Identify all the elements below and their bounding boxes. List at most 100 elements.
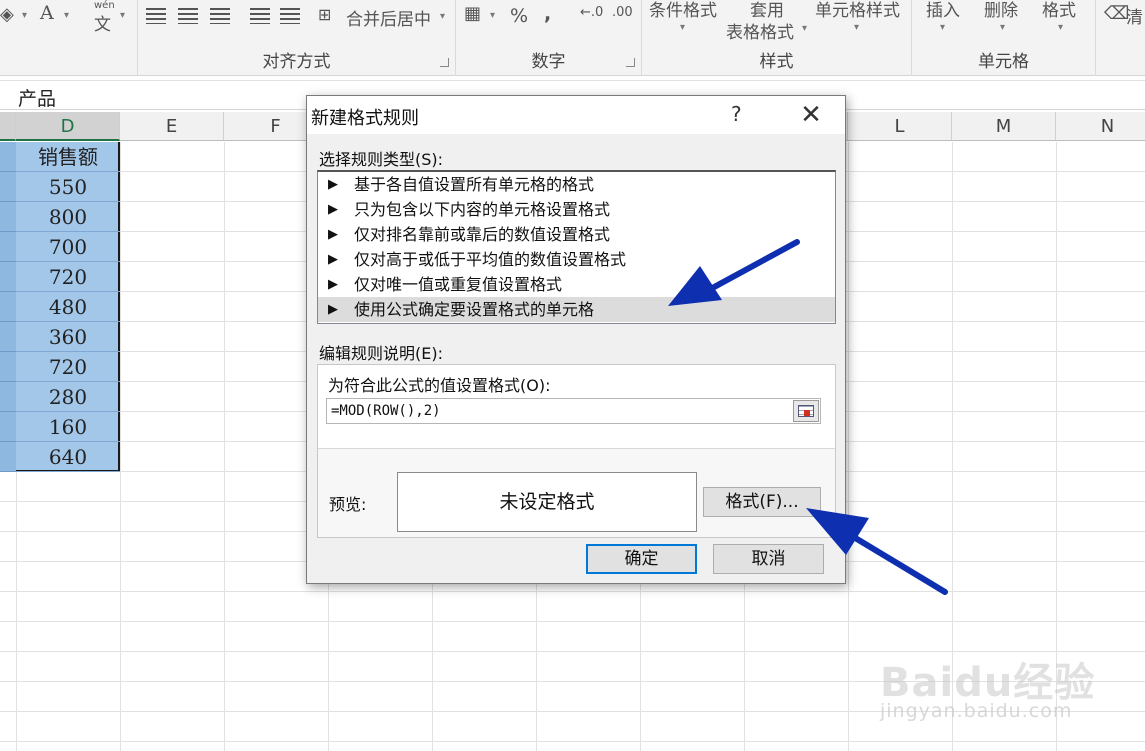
dialog-titlebar[interactable]: 新建格式规则 ? ✕ xyxy=(307,96,845,134)
decrease-decimal-icon[interactable]: .00 xyxy=(612,5,633,20)
chevron-down-icon[interactable]: ▾ xyxy=(490,10,495,21)
percent-button[interactable]: % xyxy=(510,5,528,27)
cell-column-c[interactable] xyxy=(0,142,16,172)
cell-header[interactable]: 销售额 xyxy=(16,142,120,172)
table-cell[interactable]: 700 xyxy=(16,232,120,262)
rule-type-item[interactable]: ▶ 基于各自值设置所有单元格的格式 xyxy=(318,172,835,197)
triangle-right-icon: ▶ xyxy=(328,302,338,317)
rule-type-label: 仅对唯一值或重复值设置格式 xyxy=(354,275,563,294)
ribbon-group-label: 样式 xyxy=(759,52,794,72)
cell-column-c[interactable] xyxy=(0,382,16,412)
column-header-m[interactable]: M xyxy=(952,112,1056,141)
column-header-n[interactable]: N xyxy=(1056,112,1145,141)
cell-column-c[interactable] xyxy=(0,232,16,262)
ribbon-group-label: 对齐方式 xyxy=(262,52,331,72)
formula-value: =MOD(ROW(),2) xyxy=(331,403,441,419)
column-header-e[interactable]: E xyxy=(120,112,224,141)
cell-column-c[interactable] xyxy=(0,202,16,232)
column-header-l[interactable]: L xyxy=(848,112,952,141)
dialog-launcher-icon[interactable] xyxy=(626,58,635,67)
rule-description-panel: 为符合此公式的值设置格式(O): =MOD(ROW(),2) 预览: 未设定格式… xyxy=(317,364,836,538)
format-ribbon-button[interactable]: 格式 xyxy=(1042,0,1076,21)
table-cell[interactable]: 160 xyxy=(16,412,120,442)
chevron-down-icon[interactable]: ▾ xyxy=(854,22,859,33)
clear-button[interactable]: 清 xyxy=(1126,3,1143,28)
phonetic-guide-button[interactable]: 文 xyxy=(94,10,111,35)
chevron-down-icon[interactable]: ▾ xyxy=(64,10,69,21)
formula-bar-value: 产品 xyxy=(18,88,57,110)
ribbon-group-number: ▦ ▾ % , ←.0 .00 数字 xyxy=(456,0,642,76)
edit-rule-label: 编辑规则说明(E): xyxy=(319,344,443,363)
chevron-down-icon[interactable]: ▾ xyxy=(22,10,27,21)
align-left-icon[interactable] xyxy=(146,8,166,24)
table-cell[interactable]: 480 xyxy=(16,292,120,322)
chevron-down-icon[interactable]: ▾ xyxy=(1000,22,1005,33)
rule-type-item[interactable]: ▶ 仅对高于或低于平均值的数值设置格式 xyxy=(318,247,835,272)
format-button[interactable]: 格式(F)... xyxy=(703,487,821,517)
triangle-right-icon: ▶ xyxy=(328,227,338,242)
ribbon-group-label: 单元格 xyxy=(978,52,1029,72)
chevron-down-icon[interactable]: ▾ xyxy=(440,11,445,22)
close-icon[interactable]: ✕ xyxy=(793,100,829,130)
cell-styles-button[interactable]: 单元格样式 xyxy=(815,0,900,21)
preview-label: 预览: xyxy=(329,495,367,514)
chevron-down-icon[interactable]: ▾ xyxy=(802,23,807,34)
align-right-icon[interactable] xyxy=(210,8,230,24)
chevron-down-icon[interactable]: ▾ xyxy=(680,22,685,33)
formula-input[interactable]: =MOD(ROW(),2) xyxy=(326,398,821,424)
merge-center-icon[interactable]: ⊞ xyxy=(318,5,331,24)
cell-column-c[interactable] xyxy=(0,352,16,382)
range-select-button[interactable] xyxy=(793,400,819,422)
cell-column-c[interactable] xyxy=(0,442,16,472)
increase-indent-icon[interactable] xyxy=(280,8,300,24)
accounting-format-icon[interactable]: ▦ xyxy=(464,3,481,24)
column-header-d[interactable]: D xyxy=(16,112,120,141)
rule-type-list[interactable]: ▶ 基于各自值设置所有单元格的格式 ▶ 只为包含以下内容的单元格设置格式 ▶ 仅… xyxy=(317,170,836,324)
comma-button[interactable]: , xyxy=(544,3,551,25)
help-button[interactable]: ? xyxy=(731,102,742,126)
table-cell[interactable]: 550 xyxy=(16,172,120,202)
table-cell[interactable]: 280 xyxy=(16,382,120,412)
cell-column-c[interactable] xyxy=(0,412,16,442)
ribbon-group-label: 数字 xyxy=(531,52,566,72)
rule-type-label: 选择规则类型(S): xyxy=(319,150,444,169)
range-select-icon-dot xyxy=(804,410,810,416)
decrease-indent-icon[interactable] xyxy=(250,8,270,24)
cell-column-c[interactable] xyxy=(0,172,16,202)
dialog-title: 新建格式规则 xyxy=(311,108,419,129)
rule-type-item[interactable]: ▶ 仅对排名靠前或靠后的数值设置格式 xyxy=(318,222,835,247)
dialog-launcher-icon[interactable] xyxy=(440,58,449,67)
conditional-format-button[interactable]: 条件格式 xyxy=(649,0,717,21)
table-cell[interactable]: 720 xyxy=(16,262,120,292)
triangle-right-icon: ▶ xyxy=(328,277,338,292)
rule-type-item[interactable]: ▶ 只为包含以下内容的单元格设置格式 xyxy=(318,197,835,222)
merge-center-button[interactable]: 合并后居中 xyxy=(346,5,431,30)
table-cell[interactable]: 800 xyxy=(16,202,120,232)
insert-button[interactable]: 插入 xyxy=(926,0,960,21)
cell-column-c[interactable] xyxy=(0,322,16,352)
cell-column-c[interactable] xyxy=(0,292,16,322)
increase-decimal-icon[interactable]: ←.0 xyxy=(580,5,603,20)
rule-type-item[interactable]: ▶ 仅对唯一值或重复值设置格式 xyxy=(318,272,835,297)
format-preview: 未设定格式 xyxy=(397,472,697,532)
font-color-button[interactable]: A xyxy=(40,2,54,24)
chevron-down-icon[interactable]: ▾ xyxy=(940,22,945,33)
column-header-c[interactable] xyxy=(0,112,16,141)
rule-type-item-selected[interactable]: ▶ 使用公式确定要设置格式的单元格 xyxy=(318,297,835,322)
table-format-button[interactable]: 表格格式 xyxy=(726,18,794,43)
ribbon-group-cells: 插入 ▾ 删除 ▾ 格式 ▾ 单元格 xyxy=(912,0,1096,76)
ok-button[interactable]: 确定 xyxy=(586,544,697,574)
cancel-button[interactable]: 取消 xyxy=(713,544,824,574)
fill-color-icon[interactable]: ◈ xyxy=(0,4,14,25)
table-cell[interactable]: 360 xyxy=(16,322,120,352)
table-cell[interactable]: 640 xyxy=(16,442,120,472)
table-cell[interactable]: 720 xyxy=(16,352,120,382)
rule-type-label: 只为包含以下内容的单元格设置格式 xyxy=(354,200,611,219)
ribbon-group-alignment: ⊞ 合并后居中 ▾ 对齐方式 xyxy=(138,0,456,76)
cell-column-c[interactable] xyxy=(0,262,16,292)
chevron-down-icon[interactable]: ▾ xyxy=(1058,22,1063,33)
ribbon: ◈ ▾ A ▾ wén 文 ▾ ⊞ 合并后居中 ▾ 对齐方式 ▦ ▾ % , ←… xyxy=(0,0,1145,76)
align-center-icon[interactable] xyxy=(178,8,198,24)
chevron-down-icon[interactable]: ▾ xyxy=(120,10,125,21)
delete-button[interactable]: 删除 xyxy=(984,0,1018,21)
